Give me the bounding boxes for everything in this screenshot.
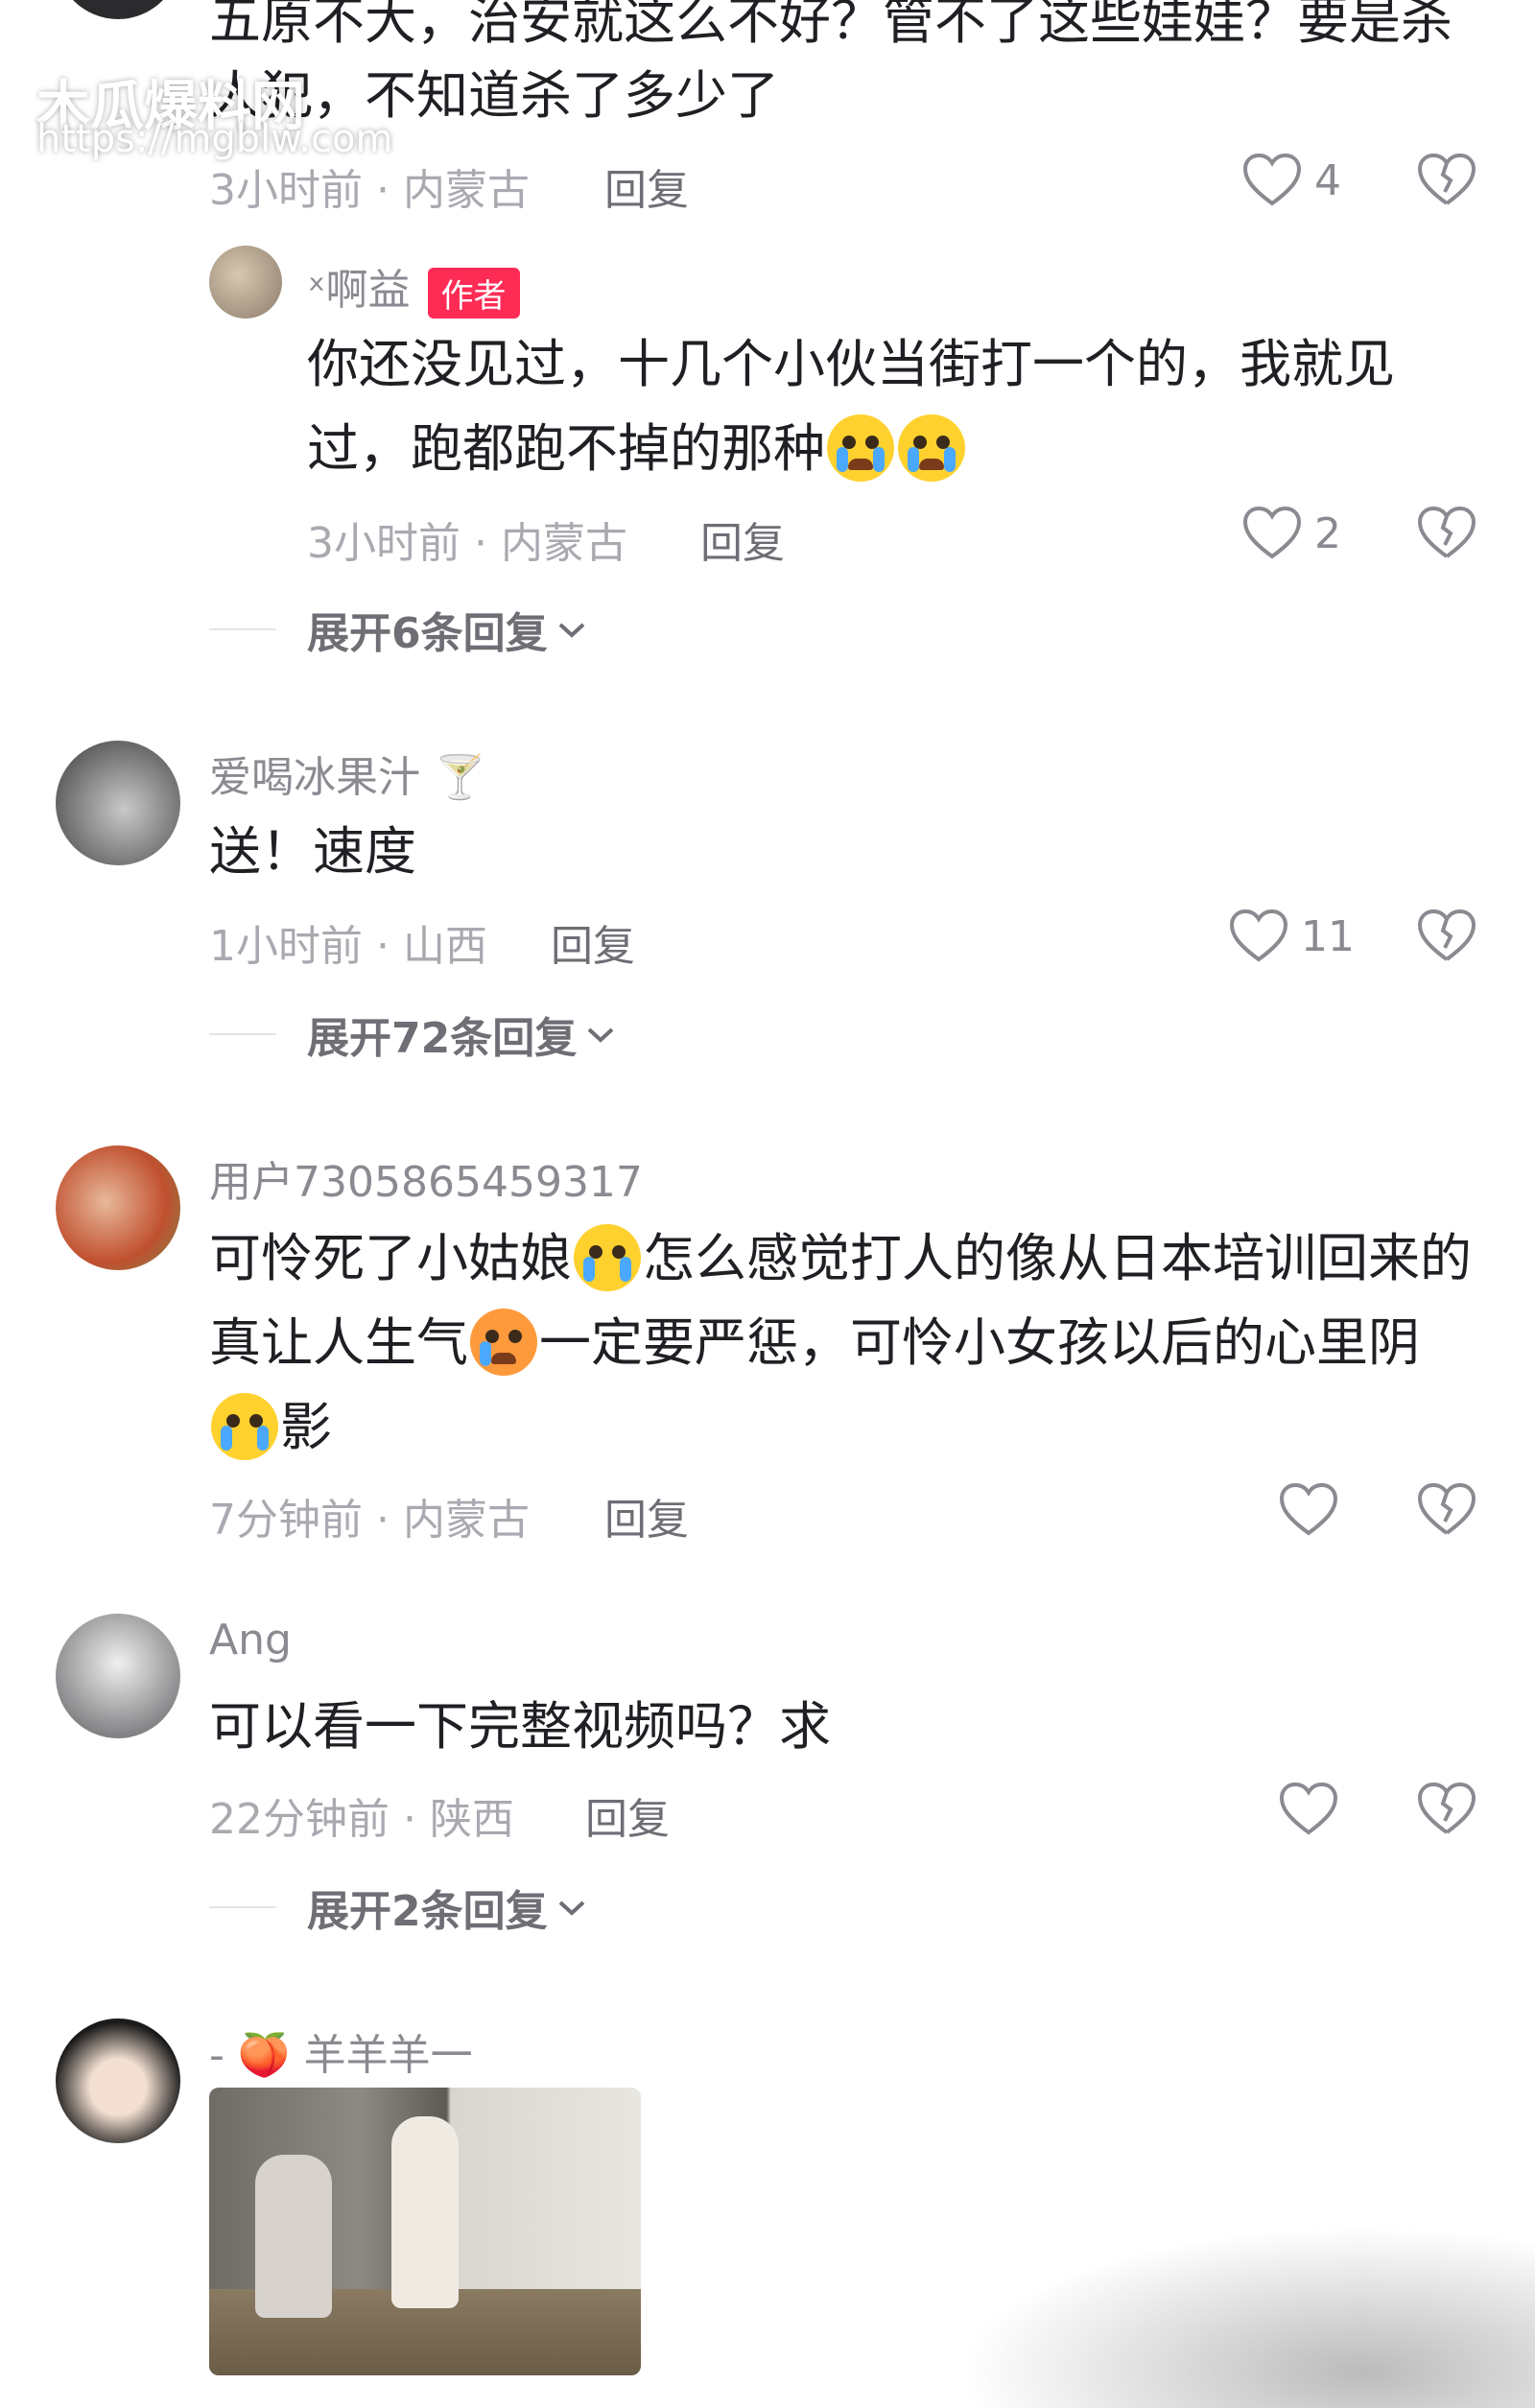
comment-text: 影 (280, 1397, 332, 1457)
like-button[interactable]: 4 (1243, 153, 1341, 207)
author-badge: 作者 (427, 267, 520, 319)
crying-laughing-emoji-icon (898, 414, 965, 482)
comment-meta: 7分钟前 · 内蒙古 (209, 1496, 530, 1545)
reply-button[interactable]: 回复 (700, 508, 785, 570)
avatar[interactable] (56, 0, 180, 19)
comment-text: 可怜死了小姑娘 (209, 1228, 572, 1288)
bottom-fade-overlay (959, 2226, 1535, 2408)
expand-replies-button[interactable]: 展开72条回复 (209, 1003, 617, 1065)
comment-text-line: 真让人生气 一定要严惩，可怜小女孩以后的心里阴 (209, 1301, 1420, 1385)
watermark-url: https://mgblw.com (36, 117, 393, 161)
like-button[interactable]: 11 (1230, 909, 1355, 963)
comment-text: 一定要严惩，可怜小女孩以后的心里阴 (539, 1312, 1420, 1373)
chevron-down-icon (558, 1900, 584, 1916)
like-button[interactable]: 2 (1243, 507, 1341, 560)
reply-button[interactable]: 回复 (585, 1784, 670, 1846)
like-count: 11 (1301, 911, 1355, 961)
divider (209, 1906, 276, 1908)
comment-text-line: 过，跑都跑不掉的那种 (307, 407, 967, 491)
crying-laughing-emoji-icon (827, 414, 894, 482)
reply-button[interactable]: 回复 (604, 155, 689, 217)
reply-button[interactable]: 回复 (551, 911, 635, 973)
figure-left (255, 2155, 332, 2318)
expand-label: 展开72条回复 (307, 1014, 578, 1063)
expand-label: 展开6条回复 (307, 609, 548, 658)
username[interactable]: ˣ啊益 作者 (307, 255, 520, 319)
chevron-down-icon (558, 623, 584, 638)
broken-heart-icon (1417, 909, 1476, 961)
username[interactable]: 爱喝冰果汁 🍸 (209, 743, 486, 804)
broken-heart-icon (1417, 1482, 1476, 1535)
divider (209, 1033, 276, 1035)
username[interactable]: 用户7305865459317 (209, 1147, 643, 1209)
comment-meta: 3小时前 · 内蒙古 (307, 519, 627, 568)
dislike-button[interactable] (1417, 1782, 1476, 1840)
comment-text-line: 你还没见过，十几个小伙当街打一个的，我就见 (307, 334, 1395, 394)
username[interactable]: - 🍑 羊羊羊一 (209, 2020, 473, 2082)
divider (209, 628, 276, 630)
like-button[interactable] (1280, 1782, 1337, 1836)
expand-replies-button[interactable]: 展开6条回复 (209, 599, 588, 660)
dislike-button[interactable] (1417, 909, 1476, 967)
comment-meta: 1小时前 · 山西 (209, 922, 487, 971)
heart-icon (1243, 507, 1301, 559)
comment-text-line: 可怜死了小姑娘 怎么感觉打人的像从日本培训回来的 (209, 1216, 1472, 1301)
comment-text: 真让人生气 (209, 1312, 468, 1373)
comment-meta: 3小时前 · 内蒙古 (209, 166, 530, 215)
crying-emoji-icon (211, 1393, 278, 1460)
heart-icon (1280, 1483, 1337, 1536)
reply-button[interactable]: 回复 (604, 1485, 689, 1546)
broken-heart-icon (1417, 1782, 1476, 1834)
avatar[interactable] (56, 2018, 180, 2143)
comment-meta: 22分钟前 · 陕西 (209, 1795, 514, 1844)
like-button[interactable] (1280, 1483, 1337, 1537)
avatar[interactable] (56, 741, 180, 865)
comment-text-line: 影 (209, 1385, 332, 1470)
figure-right (391, 2116, 459, 2308)
like-count: 2 (1314, 508, 1341, 558)
avatar[interactable] (56, 1145, 180, 1270)
dislike-button[interactable] (1417, 506, 1476, 564)
username-text: ˣ啊益 (307, 266, 411, 315)
comment-image-thumbnail[interactable] (209, 2088, 641, 2375)
username[interactable]: Ang (209, 1616, 292, 1664)
crying-emoji-icon (574, 1224, 641, 1291)
comment-text: 过，跑都跑不掉的那种 (307, 418, 825, 479)
heart-icon (1280, 1782, 1337, 1835)
avatar[interactable] (56, 1614, 180, 1738)
comment-text-line: 可以看一下完整视频吗？求 (209, 1696, 831, 1757)
expand-label: 展开2条回复 (307, 1887, 548, 1936)
avatar[interactable] (209, 246, 282, 319)
like-count: 4 (1314, 155, 1341, 205)
comment-text-line: 送！速度 (209, 821, 416, 882)
broken-heart-icon (1417, 506, 1476, 558)
dislike-button[interactable] (1417, 153, 1476, 211)
dislike-button[interactable] (1417, 1482, 1476, 1541)
heart-icon (1243, 153, 1301, 206)
angry-crying-emoji-icon (470, 1309, 537, 1376)
expand-replies-button[interactable]: 展开2条回复 (209, 1877, 588, 1938)
comment-text: 怎么感觉打人的像从日本培训回来的 (643, 1228, 1472, 1288)
chevron-down-icon (587, 1027, 614, 1043)
heart-icon (1230, 909, 1287, 962)
broken-heart-icon (1417, 153, 1476, 205)
